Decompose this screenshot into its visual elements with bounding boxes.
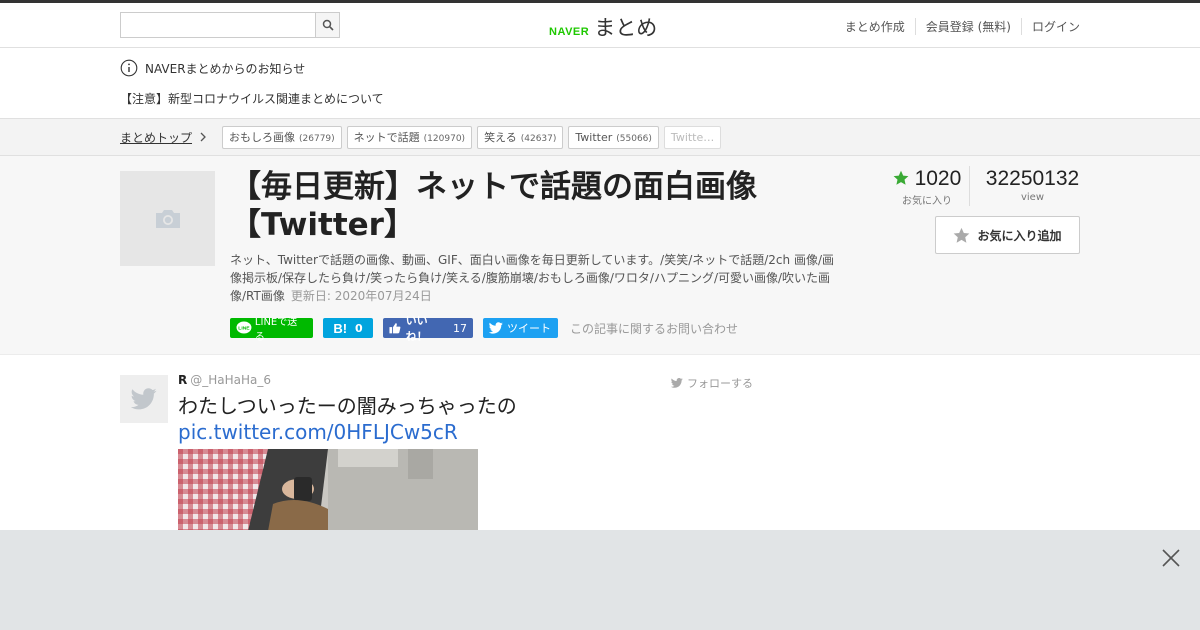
breadcrumb-top-label: まとめトップ xyxy=(120,130,193,145)
favorites-count-row: 1020 xyxy=(885,166,969,192)
tag-twitter[interactable]: Twitter (55066) xyxy=(568,125,659,149)
site-logo[interactable]: NAVER まとめ xyxy=(549,12,657,42)
tag-count: (42637) xyxy=(520,133,557,144)
tag-omoshiro[interactable]: おもしろ画像 (26779) xyxy=(222,125,342,149)
search-input[interactable] xyxy=(120,12,315,38)
notice-heading: NAVERまとめからのお知らせ xyxy=(120,58,1080,78)
tweet-label: ツイート xyxy=(507,322,551,335)
logo-naver: NAVER xyxy=(549,26,590,38)
site-header: NAVER まとめ まとめ作成 会員登録 (無料) ログイン xyxy=(0,3,1200,48)
star-icon xyxy=(893,170,909,185)
facebook-like-label: いいね！ xyxy=(405,314,428,343)
tweet-photo xyxy=(178,449,478,531)
tag-waraeru[interactable]: 笑える (42637) xyxy=(477,125,564,149)
tag-net-wadai[interactable]: ネットで話題 (120970) xyxy=(346,125,473,149)
notice-item-link[interactable]: 【注意】新型コロナウイルス関連まとめについて xyxy=(120,90,1080,107)
twitter-bird-icon xyxy=(671,378,683,388)
tag-label: Twitter xyxy=(575,130,613,144)
tag-count: (55066) xyxy=(616,133,652,144)
updated-date: 更新日: 2020年07月24日 xyxy=(290,289,432,303)
twitter-bird-icon xyxy=(131,388,157,410)
line-share-label: LINEで送る xyxy=(254,317,298,343)
views-count: 32250132 xyxy=(985,167,1080,190)
hatena-count: 0 xyxy=(355,321,363,335)
info-icon xyxy=(120,59,138,77)
views-stat: 32250132 view xyxy=(970,166,1095,206)
breadcrumb-top-link[interactable]: まとめトップ xyxy=(120,129,208,146)
chevron-right-icon xyxy=(200,132,206,142)
tweet-user-handle: @_HaHaHa_6 xyxy=(190,373,272,387)
avatar[interactable] xyxy=(120,375,168,423)
thumbs-up-icon xyxy=(389,323,401,334)
article-thumbnail xyxy=(120,171,215,266)
favorites-stat: 1020 お気に入り xyxy=(885,166,970,207)
tweet-text: わたしついったーの闇みっちゃったの xyxy=(178,394,517,418)
page-title: 【毎日更新】ネットで話題の面白画像【Twitter】 xyxy=(230,169,757,243)
tag-label: Twitte… xyxy=(670,130,715,144)
line-icon: LINE xyxy=(236,321,252,334)
article-header: 【毎日更新】ネットで話題の面白画像【Twitter】 ネット、Twitterで話… xyxy=(0,156,1200,355)
tag-label: おもしろ画像 xyxy=(229,130,296,144)
search-icon xyxy=(322,19,334,31)
add-favorite-button[interactable]: お気に入り追加 xyxy=(935,216,1080,254)
follow-label: フォローする xyxy=(687,377,753,390)
notice-area: NAVERまとめからのお知らせ 【注意】新型コロナウイルス関連まとめについて xyxy=(0,48,1200,118)
ad-close-button[interactable] xyxy=(1161,548,1181,568)
breadcrumb: まとめトップ おもしろ画像 (26779) ネットで話題 (120970) 笑える(… xyxy=(0,118,1200,156)
header-nav: まとめ作成 会員登録 (無料) ログイン xyxy=(835,18,1080,35)
follow-button[interactable]: フォローする xyxy=(671,375,753,391)
article-description: ネット、Twitterで話題の画像、動画、GIF、面白い画像を毎日更新しています… xyxy=(230,251,845,305)
tweet-button[interactable]: ツイート xyxy=(483,318,558,338)
article-stats: 1020 お気に入り 32250132 view xyxy=(885,166,1095,207)
camera-icon xyxy=(155,209,180,228)
views-label: view xyxy=(1020,192,1045,203)
tweet-user-name: R xyxy=(178,373,188,387)
twitter-bird-icon xyxy=(489,322,503,334)
inquiry-link[interactable]: この記事に関するお問い合わせ xyxy=(570,320,738,337)
login-link[interactable]: ログイン xyxy=(1020,18,1080,35)
tweet-image-link[interactable]: pic.twitter.com/0HFLJCw5cR xyxy=(178,419,758,445)
tweet-body: R @_HaHaHa_6 フォローする わたしついったーの闇みっちゃったの pic… xyxy=(178,373,758,531)
search-button[interactable] xyxy=(315,12,340,38)
star-outline-icon xyxy=(954,227,970,243)
facebook-like-count: 17 xyxy=(453,321,467,335)
tag-twitter-more[interactable]: Twitte… xyxy=(663,125,722,149)
add-favorite-label: お気に入り追加 xyxy=(977,228,1062,243)
create-matome-link[interactable]: まとめ作成 xyxy=(835,18,915,35)
logo-matome: まとめ xyxy=(594,16,658,40)
line-share-button[interactable]: LINE LINEで送る xyxy=(230,317,313,343)
favorites-label: お気に入り xyxy=(902,196,952,207)
tweet-image[interactable] xyxy=(178,449,478,531)
share-bar: LINE LINEで送る B! 0 いいね！ 17 ツイート この記事に関するお… xyxy=(230,314,738,343)
tag-label: ネットで話題 xyxy=(353,130,420,144)
svg-text:LINE: LINE xyxy=(238,325,250,331)
search-form xyxy=(120,12,340,38)
close-icon xyxy=(1162,549,1180,567)
ad-overlay xyxy=(0,530,1200,630)
hatena-bookmark-button[interactable]: B! 0 xyxy=(323,318,373,338)
hatena-b-icon: B! xyxy=(333,320,348,336)
tag-count: (26779) xyxy=(299,133,335,144)
facebook-like-button[interactable]: いいね！ 17 xyxy=(383,314,473,343)
favorites-count: 1020 xyxy=(914,167,962,190)
tag-label: 笑える xyxy=(484,130,517,144)
notice-heading-text: NAVERまとめからのお知らせ xyxy=(145,61,306,76)
register-link[interactable]: 会員登録 (無料) xyxy=(914,18,1021,35)
tag-count: (120970) xyxy=(423,133,466,144)
